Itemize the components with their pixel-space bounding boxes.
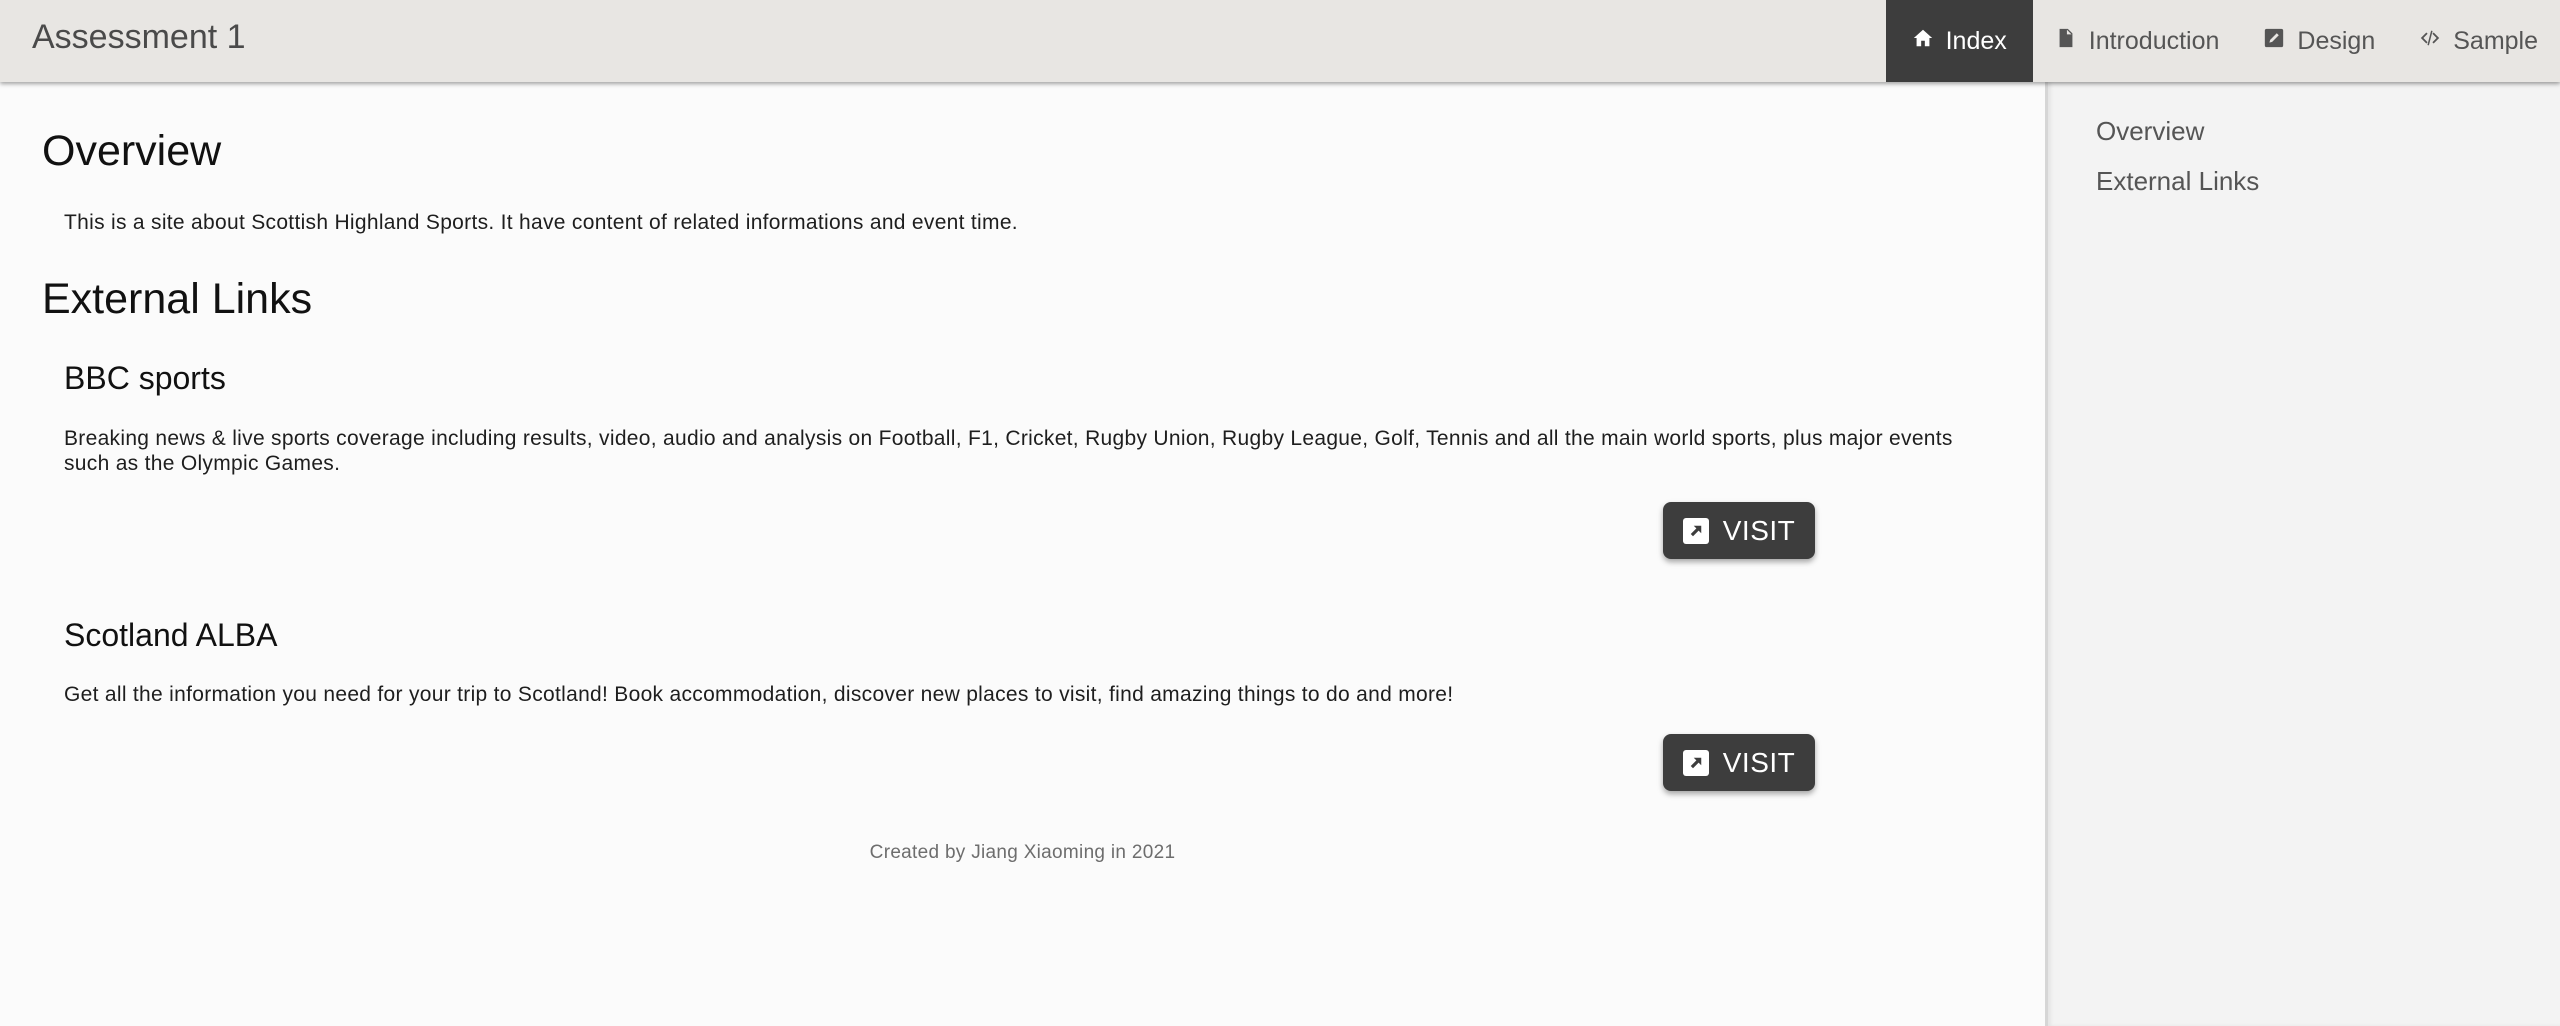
tab-sample[interactable]: Sample (2397, 0, 2560, 82)
tab-label: Sample (2453, 26, 2538, 55)
tab-design[interactable]: Design (2241, 0, 2397, 82)
footer-credit: Created by Jiang Xiaoming in 2021 (869, 842, 1176, 863)
button-label: VISIT (1722, 746, 1796, 778)
visit-scotland-alba-button[interactable]: VISIT (1663, 734, 1815, 791)
toc-item-external-links[interactable]: External Links (2096, 166, 2259, 197)
open-in-new-icon (1682, 517, 1709, 544)
home-icon (1912, 27, 1934, 56)
code-icon (2419, 27, 2441, 56)
overview-heading: Overview (42, 127, 222, 175)
edit-icon (2263, 27, 2285, 56)
open-in-new-icon (1682, 749, 1709, 776)
link-card-title: BBC sports (64, 360, 226, 396)
table-of-contents: Overview External Links (2045, 82, 2560, 1026)
button-label: VISIT (1722, 514, 1796, 546)
tab-introduction[interactable]: Introduction (2033, 0, 2242, 82)
tab-label: Design (2297, 26, 2376, 55)
link-card-title: Scotland ALBA (64, 617, 278, 653)
nav-tabs: Index Introduction Design Sample (1885, 0, 2560, 82)
document-icon (2055, 27, 2077, 56)
main-content: Overview This is a site about Scottish H… (0, 82, 2045, 1026)
tab-label: Index (1945, 26, 2007, 55)
tab-label: Introduction (2088, 26, 2220, 55)
app-title: Assessment 1 (32, 18, 246, 56)
external-links-heading: External Links (42, 275, 313, 323)
toc-item-overview[interactable]: Overview (2096, 116, 2204, 147)
top-app-bar: Assessment 1 Index Introduction Design S… (0, 0, 2560, 82)
tab-index[interactable]: Index (1885, 0, 2033, 82)
link-card-description: Breaking news & live sports coverage inc… (64, 427, 1953, 475)
visit-bbc-sports-button[interactable]: VISIT (1663, 502, 1815, 559)
link-card-description: Get all the information you need for you… (64, 683, 1454, 706)
overview-text: This is a site about Scottish Highland S… (64, 211, 1018, 234)
